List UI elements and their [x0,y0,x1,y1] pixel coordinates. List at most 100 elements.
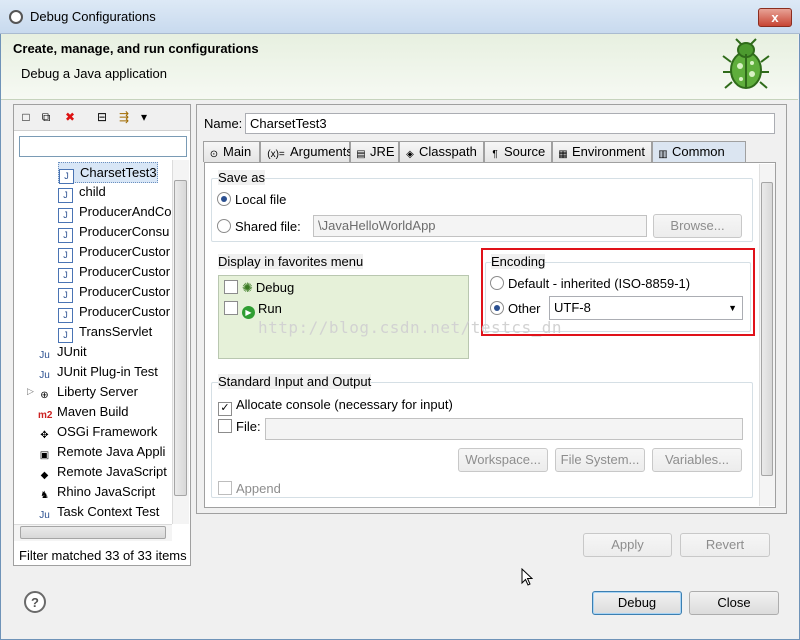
file-system-button[interactable]: File System... [555,448,645,472]
duplicate-icon[interactable]: ⧉ [38,109,54,125]
launch-type-icon: ⊕ [40,390,49,401]
collapse-all-icon[interactable]: ⊟ [94,109,110,125]
tree-item-label: ProducerCustor [79,244,171,259]
watermark: http://blog.csdn.net/testcs_dn [258,318,562,337]
tree-item-label: ProducerConsu [79,224,170,239]
expand-arrow-icon[interactable]: ▷ [27,382,34,401]
help-icon[interactable]: ? [24,591,46,613]
tree-item[interactable]: ▣ Remote Java Appli [38,442,166,461]
common-tab-icon: ▥ [658,149,668,160]
delete-icon[interactable]: ✖ [62,109,78,125]
tree-item[interactable]: Jchild [58,182,106,203]
close-window-button[interactable]: x [758,8,792,27]
eclipse-icon [9,10,23,24]
classpath-tab-icon: ◈ [406,149,414,160]
tree-item[interactable]: ♞ Rhino JavaScript [38,482,155,501]
tree-item[interactable]: J ProducerCustor [58,242,171,263]
favorite-debug-item[interactable]: ✺ Debug [224,280,294,296]
tab-source[interactable]: ¶ Source [484,141,552,162]
tree-hscroll-thumb[interactable] [20,526,166,539]
tree-item-label: Liberty Server [57,384,138,399]
filter-icon[interactable]: ⇶ [116,109,132,125]
main-tab-icon: ⊙ [209,149,219,160]
tree-item[interactable]: m2 Maven Build [38,402,129,421]
tree-item-label: ProducerCustor [79,264,171,279]
launch-type-icon: m2 [38,410,53,421]
debug-button[interactable]: Debug [592,591,682,615]
java-app-icon: J [58,268,73,283]
mouse-cursor-icon [521,568,533,586]
tab-environment[interactable]: ▦ Environment [552,141,652,162]
checkbox-icon [218,419,232,433]
tree-item-label: CharsetTest3 [80,165,157,180]
file-checkbox[interactable]: File: [218,419,261,434]
tab-common[interactable]: ▥ Common [652,141,746,163]
tab-main[interactable]: ⊙ Main [203,141,260,162]
stdio-label: Standard Input and Output [218,374,372,389]
tree-item[interactable]: Ju JUnit Plug-in Test [38,362,158,381]
workspace-button[interactable]: Workspace... [458,448,548,472]
launch-type-icon: Ju [39,510,50,521]
content-scroll-thumb[interactable] [761,182,773,476]
checkmark-icon: ✓ [218,402,232,416]
tree-item[interactable]: ▷ ⊕ Liberty Server [27,382,138,401]
dropdown-icon[interactable]: ▾ [136,109,152,125]
java-app-icon: J [58,248,73,263]
radio-empty-icon [217,219,231,233]
apply-button[interactable]: Apply [583,533,672,557]
arguments-tab-icon: (x)= [267,149,285,160]
java-app-icon: J [58,208,73,223]
tree-item-label: ProducerCustor [79,304,171,319]
tree-item[interactable]: ✥ OSGi Framework [38,422,157,441]
tree-item-label: TransServlet [79,324,153,339]
new-config-icon[interactable]: □ [18,109,34,125]
file-field[interactable] [265,418,743,440]
tree-item[interactable]: J ProducerAndCo [58,202,172,223]
launch-type-icon: Ju [39,370,50,381]
launch-type-icon: ▣ [39,450,50,461]
java-app-icon: J [58,288,73,303]
append-checkbox[interactable]: Append [218,481,281,496]
java-app-icon: J [58,228,73,243]
tree-item[interactable]: J ProducerCustor [58,282,171,303]
filter-input[interactable] [19,136,187,157]
browse-button[interactable]: Browse... [653,214,742,238]
tree-item-label: child [79,184,106,199]
tree-item[interactable]: J CharsetTest3 [58,162,158,184]
save-as-label: Save as [218,170,265,185]
favorite-run-item[interactable]: ▶ Run [224,301,282,319]
tab-classpath[interactable]: ◈ Classpath [399,141,484,162]
allocate-console-checkbox[interactable]: ✓ Allocate console (necessary for input) [218,397,453,416]
tab-arguments[interactable]: (x)= Arguments [260,141,353,162]
run-icon: ▶ [242,306,255,319]
tree-scroll-thumb[interactable] [174,180,187,496]
tab-jre[interactable]: ▤ JRE [350,141,399,162]
local-file-radio[interactable]: Local file [217,192,286,207]
tree-item-label: Maven Build [57,404,129,419]
java-app-icon: J [58,188,73,203]
tree-item-label: JUnit [57,344,87,359]
name-input[interactable]: CharsetTest3 [245,113,775,134]
tree-item[interactable]: J TransServlet [58,322,153,343]
checkbox-icon [224,280,238,294]
config-tree: J CharsetTest3 Jchild J ProducerAndCo J Produc… [14,160,172,524]
tree-item[interactable]: J ProducerCustor [58,262,171,283]
java-app-icon: J [58,308,73,323]
shared-file-radio[interactable]: Shared file: [217,219,301,234]
launch-type-icon: ♞ [40,490,49,501]
tree-item[interactable]: J ProducerCustor [58,302,171,323]
tree-item[interactable]: Ju JUnit [38,342,87,361]
tree-item-label: Rhino JavaScript [57,484,156,499]
tree-item-label: Task Context Test [57,504,160,519]
tree-item-label: ProducerCustor [79,284,171,299]
close-button[interactable]: Close [689,591,779,615]
tree-item-label: OSGi Framework [57,424,158,439]
tree-item[interactable]: Ju Task Context Test [38,502,159,521]
name-label: Name: [204,116,243,131]
variables-button[interactable]: Variables... [652,448,742,472]
shared-file-field[interactable]: \JavaHelloWorldApp [313,215,647,237]
tree-item[interactable]: J ProducerConsu [58,222,170,243]
tree-item[interactable]: ◆ Remote JavaScript [38,462,167,481]
checkbox-icon [224,301,238,315]
revert-button[interactable]: Revert [680,533,770,557]
